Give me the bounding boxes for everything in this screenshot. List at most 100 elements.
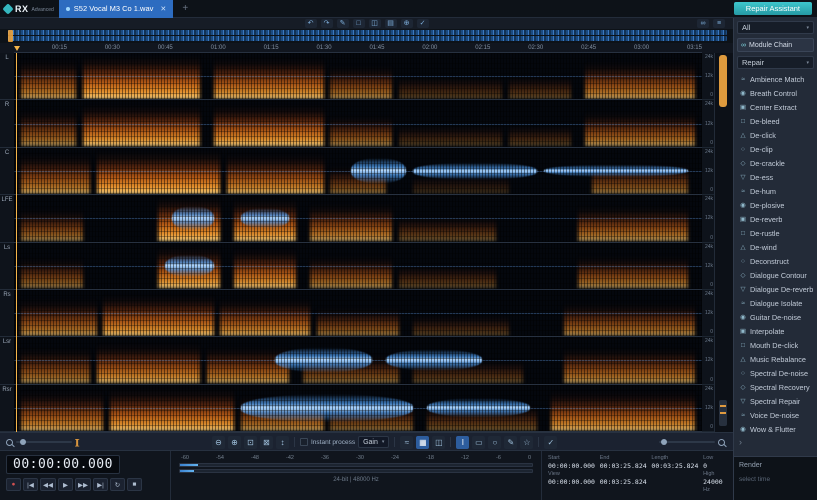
repair-assistant-button[interactable]: Repair Assistant	[734, 2, 812, 15]
layout-icon[interactable]: ◫	[369, 19, 381, 28]
module-item-dialogue-de-reverb[interactable]: ▽Dialogue De-reverb	[737, 282, 814, 296]
spectrogram-lane-LFE[interactable]	[14, 195, 702, 242]
zoom-vertical-icon[interactable]: ↕	[276, 436, 289, 449]
module-filter-dropdown[interactable]: All ▾	[737, 21, 814, 34]
module-item-de-clip[interactable]: ○De-clip	[737, 142, 814, 156]
overview-waveform-top[interactable]	[8, 30, 727, 35]
stop-button[interactable]: ■	[127, 478, 142, 491]
combined-view-button[interactable]: ◫	[432, 436, 445, 449]
zoom-slider-thumb[interactable]	[20, 439, 26, 445]
add-tab-button[interactable]: +	[178, 3, 192, 14]
module-item-music-rebalance[interactable]: △Music Rebalance	[737, 352, 814, 366]
module-item-de-plosive[interactable]: ◉De-plosive	[737, 198, 814, 212]
spectrogram-lane-Lsr[interactable]	[14, 337, 702, 384]
selection-length-value[interactable]: 00:03:25.824	[651, 462, 699, 470]
brush-tool[interactable]: ✎	[504, 436, 517, 449]
time-ruler[interactable]: 00:1500:3000:4501:0001:1501:3001:4502:00…	[14, 43, 702, 53]
module-chain-item[interactable]: ∞ Module Chain	[737, 38, 814, 52]
vertical-scrollbar-thumb[interactable]	[719, 55, 727, 107]
selection-bracket-icon[interactable]: ][	[75, 438, 78, 447]
file-overview-strip[interactable]	[0, 29, 733, 43]
time-frequency-selection-tool[interactable]: ▭	[472, 436, 485, 449]
scale-tick: 24k	[703, 338, 713, 344]
module-item-mouth-de-click[interactable]: □Mouth De-click	[737, 338, 814, 352]
module-item-dialogue-isolate[interactable]: ≈Dialogue Isolate	[737, 296, 814, 310]
redo-icon[interactable]: ↷	[321, 19, 333, 28]
module-item-wow-flutter[interactable]: ◉Wow & Flutter	[737, 422, 814, 436]
module-item-center-extract[interactable]: ▣Center Extract	[737, 100, 814, 114]
loop-button[interactable]: ↻	[110, 478, 125, 491]
module-item-deconstruct[interactable]: ○Deconstruct	[737, 254, 814, 268]
instant-process-selector[interactable]: Gain ▾	[358, 436, 389, 448]
zoom-in-icon[interactable]: ⊕	[228, 436, 241, 449]
menu-icon[interactable]: ≡	[713, 19, 725, 28]
right-zoom-thumb[interactable]	[661, 439, 667, 445]
overview-position-marker[interactable]	[8, 30, 13, 42]
rewind-button[interactable]: ◀◀	[40, 478, 56, 491]
spectrogram-view-button[interactable]: ▦	[416, 436, 429, 449]
tab-close-icon[interactable]: ✕	[160, 5, 166, 13]
module-item-ambience-match[interactable]: ≈Ambience Match	[737, 72, 814, 86]
module-item-dialogue-contour[interactable]: ◇Dialogue Contour	[737, 268, 814, 282]
spectrogram-lane-L[interactable]	[14, 53, 702, 100]
selection-high-value[interactable]: 24000	[703, 478, 727, 486]
module-item-de-hum[interactable]: ≈De-hum	[737, 184, 814, 198]
spectrogram-lanes[interactable]	[14, 53, 702, 432]
module-item-de-click[interactable]: △De-click	[737, 128, 814, 142]
module-item-spectral-recovery[interactable]: ◇Spectral Recovery	[737, 380, 814, 394]
module-item-spectral-repair[interactable]: ▽Spectral Repair	[737, 394, 814, 408]
go-to-end-button[interactable]: ▶|	[93, 478, 108, 491]
lasso-tool[interactable]: ○	[488, 436, 501, 449]
selection-start-value[interactable]: 00:00:00.000	[548, 462, 596, 470]
module-item-de-ess[interactable]: ▽De-ess	[737, 170, 814, 184]
sidebar-expand-chevron[interactable]: ›	[737, 436, 814, 448]
module-item-guitar-de-noise[interactable]: ◉Guitar De-noise	[737, 310, 814, 324]
waveform-view-button[interactable]: ≈	[400, 436, 413, 449]
module-item-de-crackle[interactable]: ◇De-crackle	[737, 156, 814, 170]
module-category-dropdown[interactable]: Repair ▾	[737, 56, 814, 69]
playhead-marker-icon[interactable]	[14, 46, 20, 51]
play-button[interactable]: ▶	[58, 478, 73, 491]
module-item-de-rustle[interactable]: □De-rustle	[737, 226, 814, 240]
edit-icon[interactable]: ✎	[337, 19, 349, 28]
vertical-scrollbar[interactable]	[714, 53, 733, 432]
wand-tool[interactable]: ☆	[520, 436, 533, 449]
module-item-voice-de-noise[interactable]: ≈Voice De-noise	[737, 408, 814, 422]
time-selection-tool[interactable]: I	[456, 436, 469, 449]
selection-end-value[interactable]: 00:03:25.824	[600, 462, 648, 470]
spectrogram-lane-Rsr[interactable]	[14, 385, 702, 432]
apply-icon[interactable]: ✓	[417, 19, 429, 28]
file-tab[interactable]: S52 Vocal M3 Co 1.wav ✕	[59, 0, 174, 18]
zoom-to-selection-icon[interactable]: ⊡	[244, 436, 257, 449]
module-item-breath-control[interactable]: ◉Breath Control	[737, 86, 814, 100]
instant-process-checkbox[interactable]	[300, 438, 308, 446]
module-item-de-wind[interactable]: △De-wind	[737, 240, 814, 254]
module-item-de-bleed[interactable]: □De-bleed	[737, 114, 814, 128]
list-view-icon[interactable]: ▤	[385, 19, 397, 28]
module-item-de-reverb[interactable]: ▣De-reverb	[737, 212, 814, 226]
render-label[interactable]: Render	[739, 462, 812, 469]
fast-forward-button[interactable]: ▶▶	[75, 478, 91, 491]
record-button[interactable]: ●	[6, 478, 21, 491]
vertical-zoom-handle[interactable]	[719, 400, 727, 426]
module-item-spectral-de-noise[interactable]: ○Spectral De-noise	[737, 366, 814, 380]
spectrogram-lane-R[interactable]	[14, 100, 702, 147]
spectrogram-lane-Rs[interactable]	[14, 290, 702, 337]
waveform-centerline	[14, 76, 702, 77]
add-icon[interactable]: ⊕	[401, 19, 413, 28]
horizontal-zoom-slider[interactable]	[16, 441, 72, 443]
right-zoom-slider[interactable]	[659, 441, 715, 443]
module-item-interpolate[interactable]: ▣Interpolate	[737, 324, 814, 338]
spectrogram-energy	[330, 116, 392, 146]
spectrogram-lane-Ls[interactable]	[14, 243, 702, 290]
go-to-start-button[interactable]: |◀	[23, 478, 38, 491]
zoom-fit-icon[interactable]: ⊠	[260, 436, 273, 449]
select-region-icon[interactable]: □	[353, 19, 365, 28]
selection-low-value[interactable]: 0	[703, 462, 727, 470]
link-icon[interactable]: ∞	[697, 19, 709, 28]
apply-check-icon[interactable]: ✓	[544, 436, 557, 449]
undo-icon[interactable]: ↶	[305, 19, 317, 28]
zoom-out-icon[interactable]: ⊖	[212, 436, 225, 449]
spectrogram-lane-C[interactable]	[14, 148, 702, 195]
overview-waveform-bottom[interactable]	[8, 36, 727, 41]
